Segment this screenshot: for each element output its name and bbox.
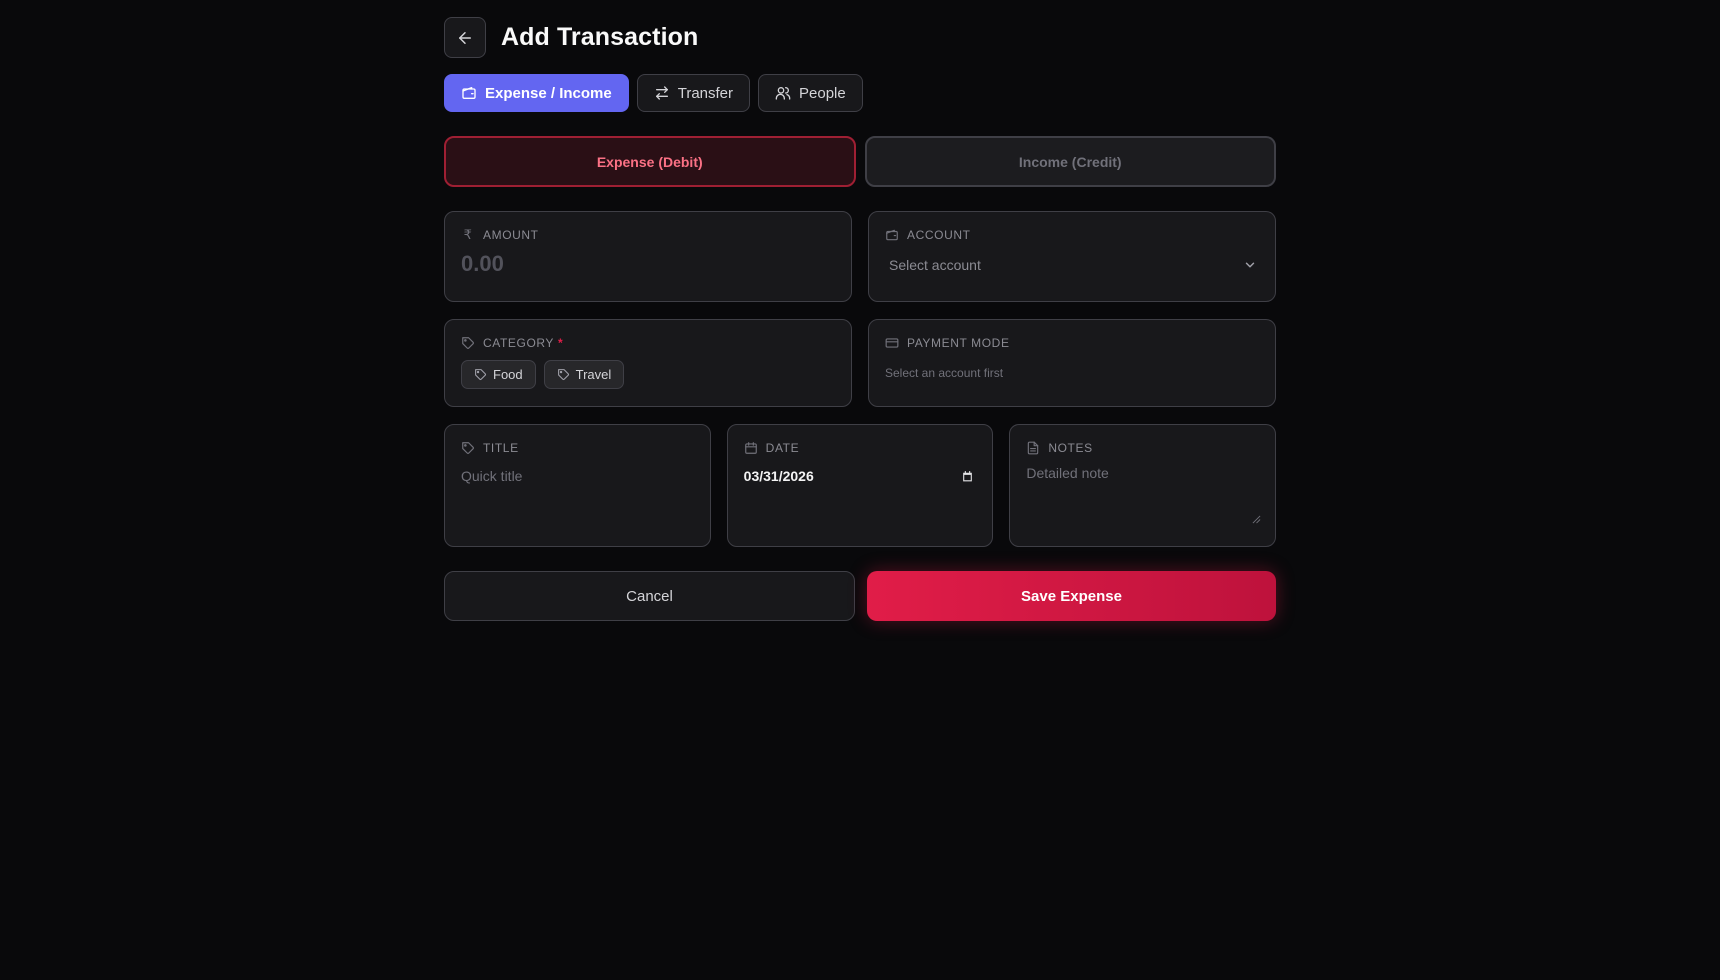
page-header: Add Transaction xyxy=(444,17,1276,58)
payment-mode-label-row: PAYMENT MODE xyxy=(885,336,1259,350)
payment-mode-card: PAYMENT MODE Select an account first xyxy=(868,319,1276,407)
category-payment-row: CATEGORY * Food Travel PAYMENT MODE Sele… xyxy=(444,319,1276,407)
title-card[interactable]: TITLE xyxy=(444,424,711,547)
mode-tabs: Expense / Income Transfer People xyxy=(444,74,1276,112)
payment-mode-label: PAYMENT MODE xyxy=(907,336,1010,350)
rupee-icon: ₹ xyxy=(463,227,473,242)
account-select[interactable]: Select account xyxy=(885,257,1259,273)
save-expense-button[interactable]: Save Expense xyxy=(867,571,1276,621)
amount-label: AMOUNT xyxy=(483,228,539,242)
amount-label-row: ₹ AMOUNT xyxy=(461,227,835,242)
chip-label: Travel xyxy=(575,367,612,382)
title-date-notes-row: TITLE DATE 03/31/2026 xyxy=(444,424,1277,547)
category-label-row: CATEGORY * xyxy=(461,336,835,350)
transaction-type-toggle: Expense (Debit) Income (Credit) xyxy=(444,136,1276,187)
account-label: ACCOUNT xyxy=(907,228,971,242)
title-label: TITLE xyxy=(483,441,519,455)
payment-mode-hint: Select an account first xyxy=(885,366,1004,380)
required-marker: * xyxy=(558,336,564,350)
tab-label: People xyxy=(799,84,846,102)
page-title: Add Transaction xyxy=(501,23,699,51)
title-label-row: TITLE xyxy=(461,441,694,455)
amount-input[interactable] xyxy=(461,251,835,277)
chip-label: Food xyxy=(493,367,523,382)
tag-icon xyxy=(462,337,474,349)
tag-icon xyxy=(557,369,569,380)
account-select-value: Select account xyxy=(889,257,981,273)
tab-transfer[interactable]: Transfer xyxy=(636,74,751,112)
form-actions: Cancel Save Expense xyxy=(444,571,1276,621)
date-label: DATE xyxy=(765,441,800,455)
title-input[interactable] xyxy=(461,468,694,484)
income-credit-button[interactable]: Income (Credit) xyxy=(864,136,1276,187)
tag-icon xyxy=(475,369,486,380)
notes-label-row: NOTES xyxy=(1026,441,1259,455)
wallet-icon xyxy=(886,229,898,241)
resize-handle-icon[interactable] xyxy=(1252,515,1261,524)
tab-people[interactable]: People xyxy=(758,74,863,112)
account-card[interactable]: ACCOUNT Select account xyxy=(868,211,1276,302)
category-card: CATEGORY * Food Travel xyxy=(444,319,852,407)
notes-label: NOTES xyxy=(1048,441,1093,455)
tab-label: Expense / Income xyxy=(485,84,612,102)
date-input[interactable]: 03/31/2026 xyxy=(744,468,977,484)
wallet-icon xyxy=(462,87,476,99)
category-chip-food[interactable]: Food xyxy=(461,360,536,389)
category-label: CATEGORY xyxy=(483,336,555,350)
account-label-row: ACCOUNT xyxy=(885,228,1259,242)
amount-account-row: ₹ AMOUNT ACCOUNT Select account xyxy=(444,211,1276,302)
cancel-button[interactable]: Cancel xyxy=(444,571,855,621)
category-chip-travel[interactable]: Travel xyxy=(543,360,625,389)
users-icon xyxy=(775,87,791,100)
calendar-icon xyxy=(744,442,757,454)
back-button[interactable] xyxy=(444,17,486,58)
arrows-transfer-icon xyxy=(655,86,668,100)
date-value: 03/31/2026 xyxy=(743,468,814,484)
date-label-row: DATE xyxy=(744,441,977,455)
notes-textarea[interactable] xyxy=(1026,465,1260,519)
amount-card[interactable]: ₹ AMOUNT xyxy=(444,211,852,302)
add-transaction-page: Add Transaction Expense / Income Transfe… xyxy=(444,17,1277,621)
tag-icon xyxy=(462,442,474,454)
arrow-left-icon xyxy=(459,31,471,44)
calendar-picker-icon[interactable] xyxy=(961,470,974,483)
chevron-down-icon xyxy=(1245,262,1255,268)
category-chips: Food Travel xyxy=(461,360,835,389)
tab-expense-income[interactable]: Expense / Income xyxy=(444,74,629,112)
date-card[interactable]: DATE 03/31/2026 xyxy=(726,424,994,547)
tab-label: Transfer xyxy=(677,84,734,102)
credit-card-icon xyxy=(885,338,899,348)
file-text-icon xyxy=(1028,441,1039,455)
expense-debit-button[interactable]: Expense (Debit) xyxy=(444,136,856,187)
notes-card[interactable]: NOTES xyxy=(1009,424,1277,547)
